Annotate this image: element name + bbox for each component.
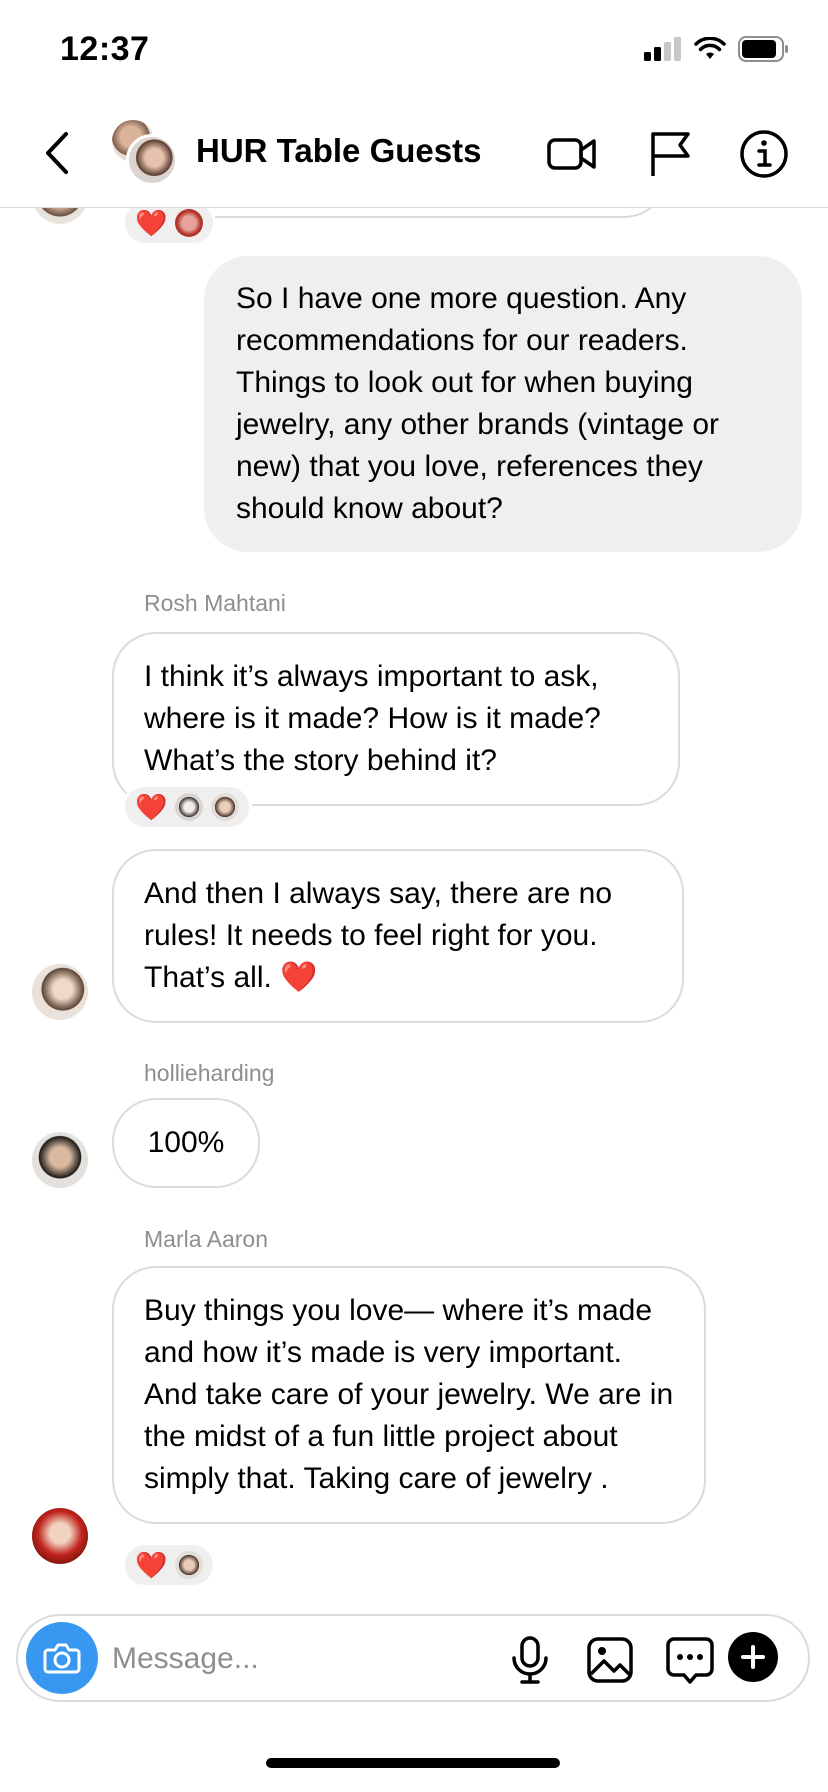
chat-header: HUR Table Guests [0,100,828,208]
camera-icon [43,1643,81,1674]
message-input[interactable] [112,1634,442,1684]
wifi-icon [694,37,726,59]
status-time: 12:37 [60,30,150,68]
reactor-avatar [175,1551,204,1579]
avatar-rosh-mahtani[interactable] [32,964,88,1020]
incoming-message-bubble[interactable]: I think it’s always important to ask, wh… [112,632,680,806]
message-thread[interactable]: ❤️ So I have one more question. Any reco… [0,208,828,1608]
heart-reaction-icon: ❤️ [135,1550,168,1580]
message-reactions[interactable]: ❤️ [122,784,253,830]
sticker-chat-icon[interactable] [664,1634,716,1686]
home-indicator[interactable] [266,1758,560,1768]
reactor-avatar [211,793,240,821]
message-text: 100% [147,1126,225,1159]
video-call-icon[interactable] [546,128,598,180]
status-icons [644,36,790,62]
sender-name: Rosh Mahtani [144,590,286,616]
message-reactions[interactable]: ❤️ [122,208,217,246]
avatar-hollieharding[interactable] [32,1132,88,1188]
incoming-message-bubble[interactable]: Buy things you love— where it’s made and… [112,1266,706,1524]
chat-title[interactable]: HUR Table Guests [196,132,481,170]
message-text: So I have one more question. Any recomme… [236,282,720,525]
gallery-icon[interactable] [584,1634,636,1686]
incoming-message-bubble[interactable]: And then I always say, there are no rule… [112,849,684,1023]
back-chevron-icon [46,132,68,174]
plus-icon [741,1645,765,1669]
avatar[interactable] [32,208,88,224]
heart-reaction-icon: ❤️ [135,208,168,238]
reactor-avatar [175,793,204,821]
group-avatar-front [126,134,178,186]
avatar-marla-aaron[interactable] [32,1508,88,1564]
info-icon[interactable] [738,128,790,180]
sender-name: Marla Aaron [144,1226,269,1252]
microphone-icon[interactable] [504,1634,556,1686]
outgoing-message-bubble[interactable]: So I have one more question. Any recomme… [204,256,802,552]
message-reactions[interactable]: ❤️ [122,1542,217,1588]
back-button[interactable] [38,128,78,178]
message-text: Buy things you love— where it’s made and… [144,1294,674,1495]
signal-icon [644,37,681,61]
message-text: I think it’s always important to ask, wh… [144,660,601,777]
flag-icon[interactable] [644,128,696,180]
incoming-message-bubble[interactable]: 100% [112,1098,260,1188]
battery-icon [738,36,788,62]
heart-reaction-icon: ❤️ [135,792,168,822]
message-text: And then I always say, there are no rule… [144,877,613,994]
status-bar: 12:37 [0,0,828,100]
sender-name: hollieharding [144,1060,275,1086]
camera-button[interactable] [26,1622,98,1694]
add-button[interactable] [728,1632,778,1682]
reactor-avatar [175,209,204,237]
message-composer [16,1614,810,1702]
group-avatar[interactable] [110,118,180,188]
